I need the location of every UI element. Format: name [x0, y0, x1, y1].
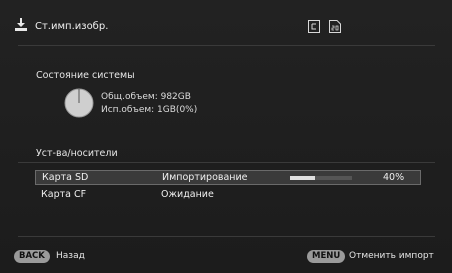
- header-divider: [18, 45, 435, 46]
- import-progress-bar: [290, 176, 352, 180]
- progress-percent: 40%: [383, 172, 405, 183]
- disk-info: Общ.объем: 982GB Исп.объем: 1GB(0%): [101, 91, 197, 117]
- disk-usage-chart: [64, 88, 94, 118]
- device-row-cf[interactable]: Карта CF Ожидание: [35, 187, 421, 202]
- cf-card-icon: [308, 20, 320, 33]
- sd-card-icon: [329, 20, 341, 33]
- import-download-icon: [15, 18, 27, 31]
- device-status: Импортирование: [162, 172, 248, 183]
- used-capacity-label: Исп.объем: 1GB(0%): [101, 105, 198, 115]
- footer: BACK Назад MENU Отменить импорт: [0, 248, 452, 268]
- device-name: Карта SD: [42, 172, 89, 183]
- header: Ст.имп.изобр.: [0, 0, 452, 44]
- menu-key[interactable]: MENU: [307, 250, 346, 263]
- import-progress-fill: [290, 176, 315, 180]
- devices-divider: [18, 162, 435, 163]
- import-screen: Ст.имп.изобр. Состояние системы Общ.объе…: [0, 0, 452, 273]
- cancel-import-label[interactable]: Отменить импорт: [349, 251, 434, 261]
- back-key[interactable]: BACK: [14, 250, 50, 263]
- system-status-title: Состояние системы: [36, 70, 135, 81]
- footer-divider: [18, 236, 435, 237]
- page-title: Ст.имп.изобр.: [35, 21, 109, 32]
- device-row-sd[interactable]: Карта SD Импортирование 40%: [35, 170, 421, 185]
- total-capacity-label: Общ.объем: 982GB: [101, 92, 191, 102]
- device-name: Карта CF: [41, 189, 87, 200]
- devices-title: Уст-ва/носители: [36, 148, 118, 159]
- back-label[interactable]: Назад: [56, 251, 85, 261]
- device-status: Ожидание: [161, 189, 214, 200]
